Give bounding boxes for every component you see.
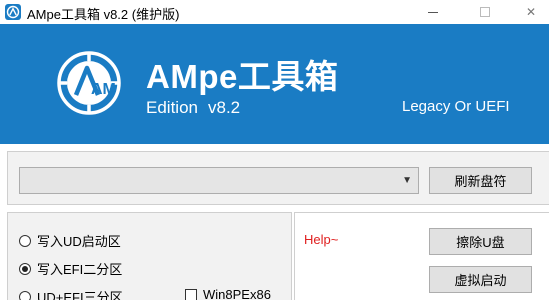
chevron-down-icon: ▼ xyxy=(402,175,412,186)
maximize-icon xyxy=(480,7,490,17)
erase-usb-button[interactable]: 擦除U盘 xyxy=(429,228,532,255)
app-icon xyxy=(5,4,21,20)
maximize-button[interactable] xyxy=(462,0,508,24)
window-title: AMpe工具箱 v8.2 (维护版) xyxy=(27,7,180,22)
radio-ud-efi[interactable]: UD+EFI三分区 xyxy=(19,287,123,300)
radio-ud-efi-label: UD+EFI三分区 xyxy=(37,290,123,300)
radio-write-ud-label: 写入UD启动区 xyxy=(37,234,121,249)
boot-mode-label: Legacy Or UEFI xyxy=(402,98,510,115)
minimize-icon xyxy=(428,11,438,13)
minimize-button[interactable] xyxy=(410,0,456,24)
edition-line: Edition v8.2 xyxy=(146,98,240,118)
title-bar: AMpe工具箱 v8.2 (维护版) ✕ xyxy=(0,0,549,24)
drive-select[interactable]: ▼ xyxy=(19,167,419,194)
close-button[interactable]: ✕ xyxy=(508,0,549,24)
radio-write-efi-label: 写入EFI二分区 xyxy=(37,262,123,277)
edition-label: Edition xyxy=(146,98,198,117)
radio-write-efi[interactable]: 写入EFI二分区 xyxy=(19,259,122,278)
logo-text: AM xyxy=(91,81,116,98)
close-icon: ✕ xyxy=(525,5,537,19)
version-label: v8.2 xyxy=(207,98,241,117)
checkbox-win8pe-box[interactable] xyxy=(185,288,197,300)
virtual-boot-button[interactable]: 虚拟启动 xyxy=(429,266,532,293)
radio-write-efi-indicator[interactable] xyxy=(19,262,31,275)
radio-write-ud[interactable]: 写入UD启动区 xyxy=(19,231,121,250)
checkbox-win8pe-label: Win8PEx86 xyxy=(203,287,271,300)
radio-ud-efi-indicator[interactable] xyxy=(19,290,31,300)
checkbox-win8pe[interactable]: Win8PEx86 xyxy=(185,287,271,300)
header-banner: AM AMpe工具箱 Edition v8.2 Legacy Or UEFI xyxy=(0,24,549,144)
refresh-drives-button[interactable]: 刷新盘符 xyxy=(429,167,532,194)
ampe-logo-icon: AM xyxy=(57,51,121,115)
brand-title: AMpe工具箱 xyxy=(146,58,339,95)
radio-write-ud-indicator[interactable] xyxy=(19,234,31,247)
help-link[interactable]: Help~ xyxy=(304,232,338,247)
